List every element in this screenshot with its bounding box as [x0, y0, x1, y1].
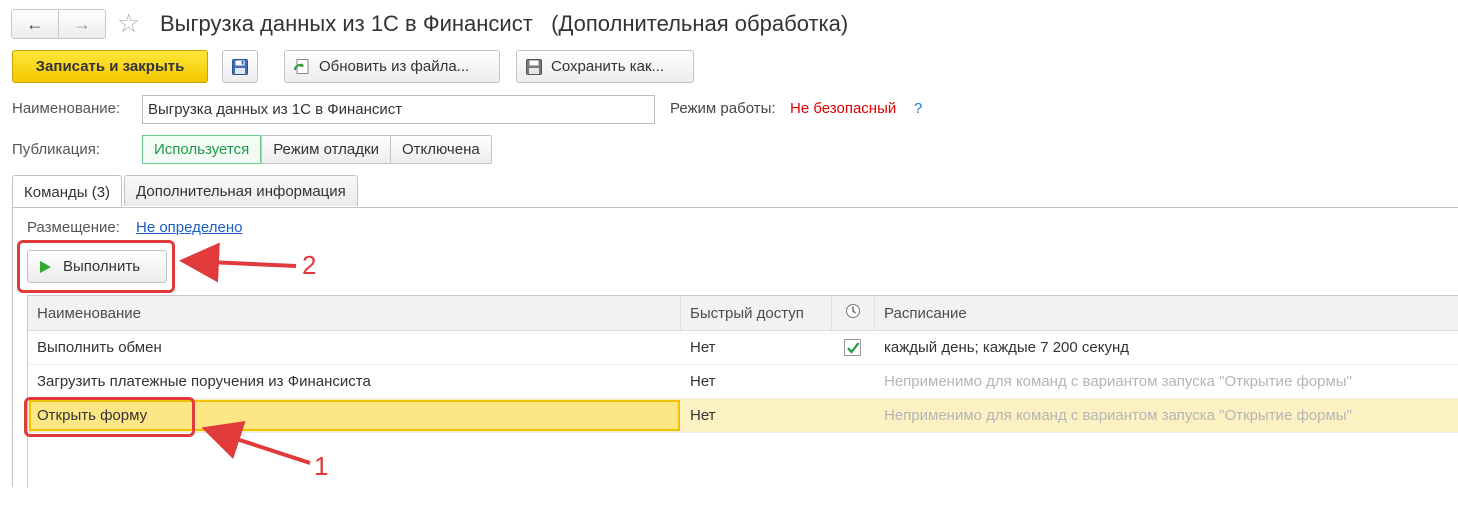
annotation-number-1: 1 [314, 451, 329, 481]
annotation-arrows [179, 242, 311, 465]
arrow-to-open-form [201, 420, 311, 465]
annotation-number-2: 2 [302, 250, 317, 280]
arrow-to-execute [179, 242, 297, 283]
